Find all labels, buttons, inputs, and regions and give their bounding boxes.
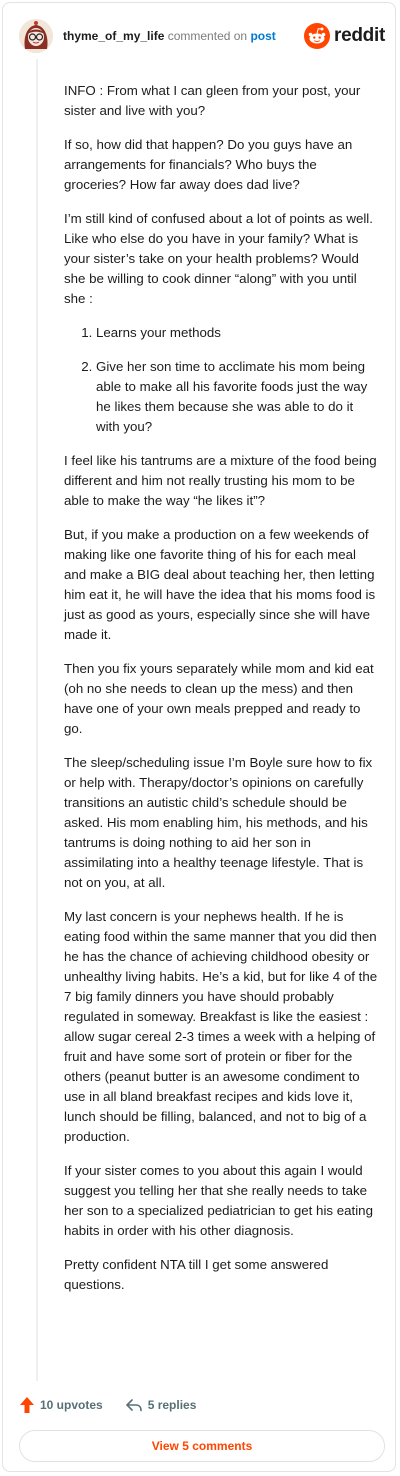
byline-action-text: commented on [167, 29, 248, 43]
comment-actions: 10 upvotes 5 replies [19, 1394, 218, 1416]
upvote-count: 10 upvotes [40, 1398, 103, 1412]
upvote-arrow-icon [20, 1397, 34, 1413]
reply-arrow-icon [125, 1399, 142, 1412]
comment-paragraph: My last concern is your nephews health. … [64, 909, 378, 1144]
reply-count: 5 replies [147, 1398, 197, 1412]
avatar-icon [19, 19, 53, 53]
comment-paragraph: Pretty confident NTA till I get some ans… [64, 1257, 329, 1292]
list-item: Learns your methods [96, 323, 380, 343]
comment-paragraph: Then you fix yours separately while mom … [64, 661, 374, 736]
user-avatar[interactable] [19, 19, 53, 53]
comment-paragraph: If so, how did that happen? Do you guys … [64, 137, 353, 192]
reddit-wordmark: reddit [334, 25, 385, 46]
reddit-logo[interactable]: reddit [304, 23, 385, 49]
reddit-snoo-icon [304, 23, 331, 49]
comment-card: thyme_of_my_life commented on post reddi… [2, 2, 396, 1472]
post-link[interactable]: post [250, 29, 275, 43]
comment-byline: thyme_of_my_life commented on post [63, 29, 276, 43]
comment-header: thyme_of_my_life commented on post reddi… [19, 19, 387, 53]
replies-button[interactable]: 5 replies [125, 1397, 197, 1413]
comment-paragraph: But, if you make a production on a few w… [64, 527, 376, 642]
view-comments-button[interactable]: View 5 comments [19, 1430, 385, 1462]
comment-paragraph: I’m still kind of confused about a lot o… [64, 211, 373, 306]
comment-paragraph: If your sister comes to you about this a… [64, 1163, 373, 1238]
view-comments-label: View 5 comments [151, 1439, 253, 1453]
username-link[interactable]: thyme_of_my_life [63, 29, 164, 43]
numbered-list: Learns your methods Give her son time to… [64, 323, 380, 437]
comment-body: INFO : From what I can gleen from your p… [64, 81, 380, 1309]
comment-paragraph: I feel like his tantrums are a mixture o… [64, 453, 377, 508]
list-item: Give her son time to acclimate his mom b… [96, 357, 380, 437]
upvote-button[interactable]: 10 upvotes [19, 1396, 103, 1414]
comment-paragraph: INFO : From what I can gleen from your p… [64, 83, 361, 118]
comment-paragraph: The sleep/scheduling issue I’m Boyle sur… [64, 755, 373, 890]
thread-line[interactable] [36, 59, 38, 1381]
